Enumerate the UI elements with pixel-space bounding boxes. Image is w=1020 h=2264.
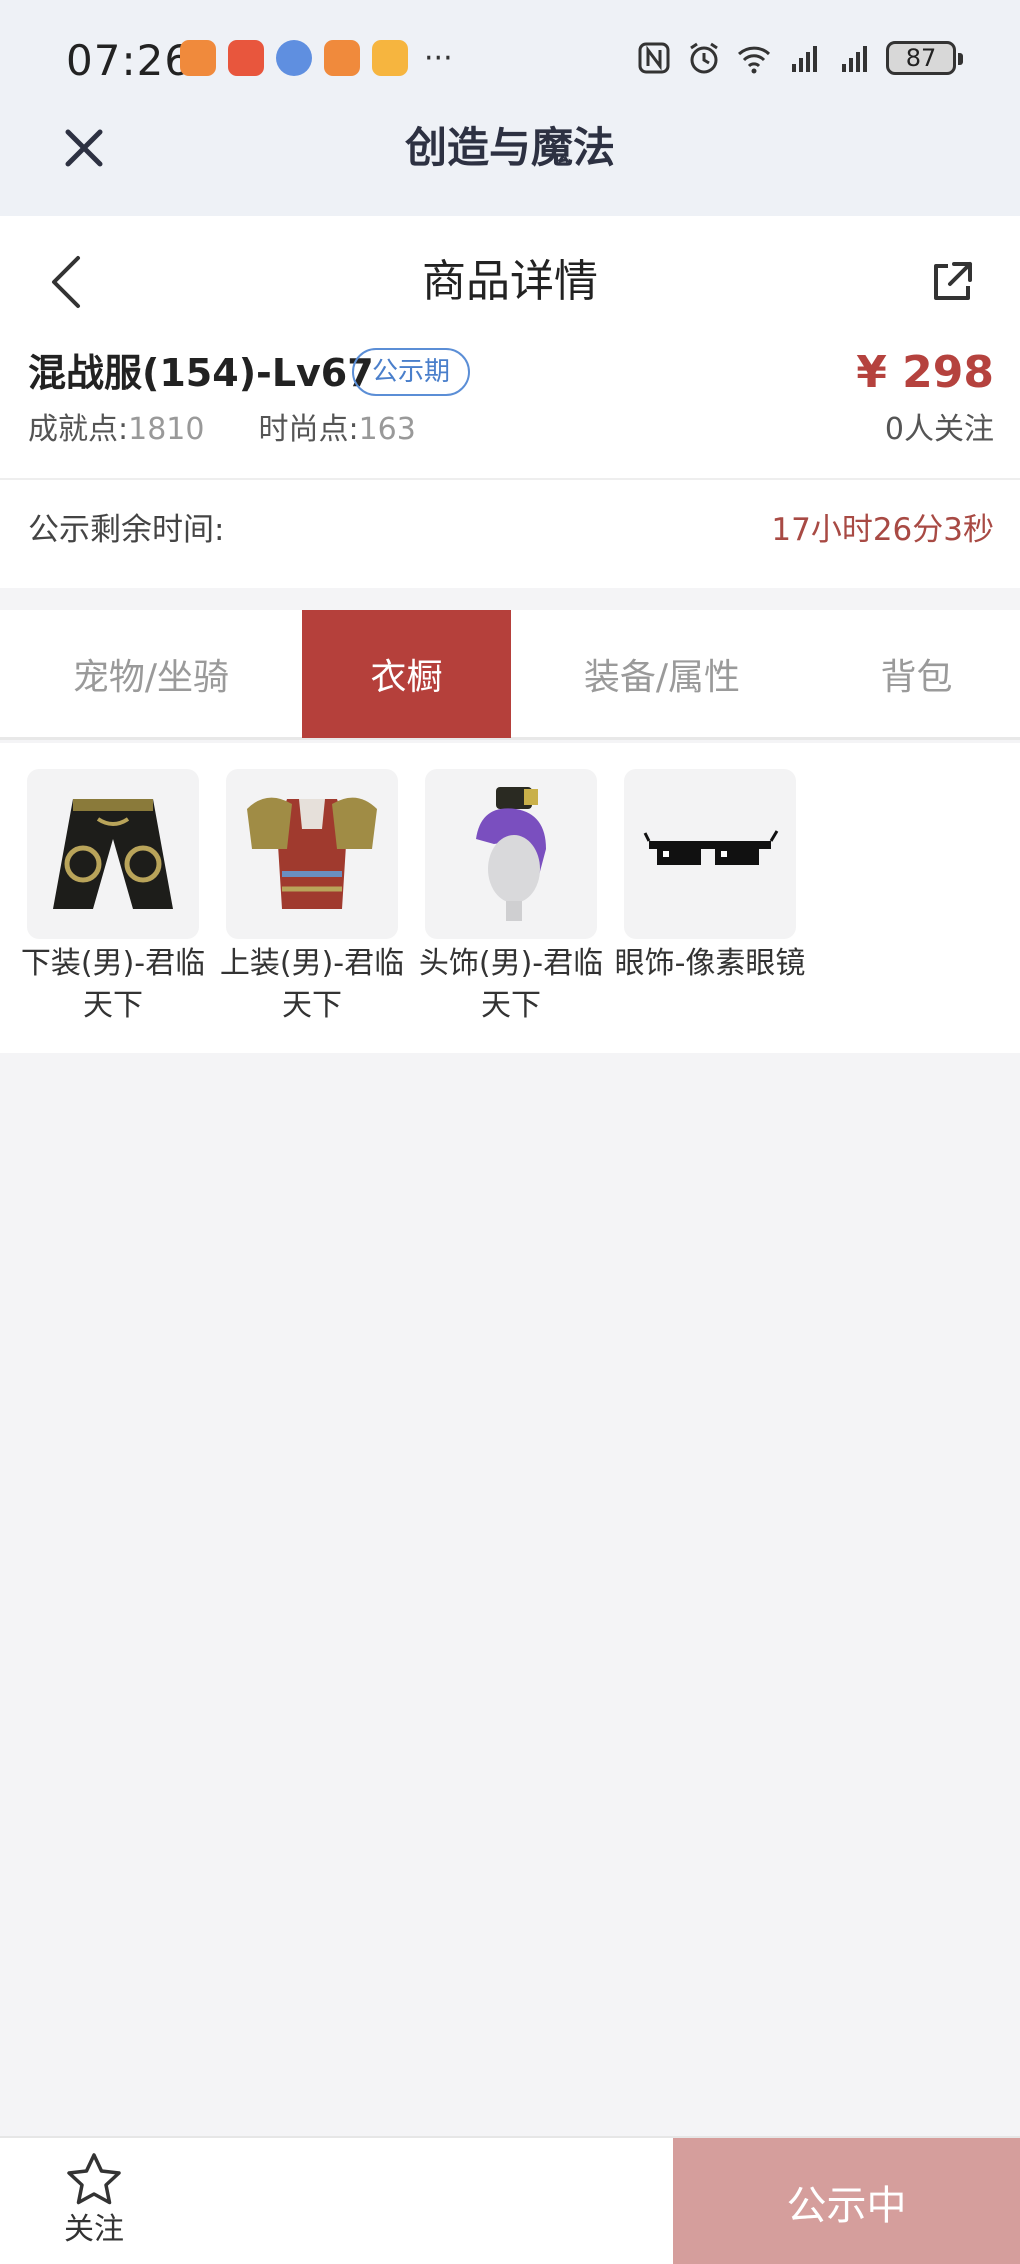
price: ¥ 298 [856,347,994,398]
item-thumbnail [27,769,199,939]
battery-level: 87 [905,44,937,72]
item-label: 头饰(男)-君临天下 [418,946,604,1023]
category-tabs: 宠物/坐骑 衣橱 装备/属性 背包 [0,610,1020,740]
signal-5g-icon [842,46,867,72]
notification-icons: ··· [180,40,453,76]
app-header: 创造与魔法 [0,120,1020,216]
detail-nav: 商品详情 [0,216,1020,346]
share-icon [934,262,972,300]
product-detail-card: 商品详情 混战服(154)-Lv67 公示期 ¥ 298 成就点:1810 时尚点… [0,216,1020,588]
wardrobe-item[interactable]: 头饰(男)-君临天下 [419,769,603,1027]
sunglasses-icon [643,830,779,865]
item-label: 上装(男)-君临天下 [219,946,405,1023]
wifi-icon [737,46,771,74]
battery-icon: 87 [886,41,963,75]
page-title: 商品详情 [422,256,598,307]
bottom-action-bar: 关注 公示中 [0,2136,1020,2264]
status-bar: 07:26 ··· 87 [0,0,1020,120]
follow-label: 关注 [64,2212,124,2247]
pants-icon [53,799,173,909]
tab-equipment-attributes[interactable]: 装备/属性 [511,610,813,738]
armor-icon [247,797,377,909]
app-notification-icon [276,40,312,76]
app-notification-icon [324,40,360,76]
wardrobe-grid: 下装(男)-君临天下 上装(男)-君临天下 头饰(男)-君临天下 眼饰-像素眼镜 [0,743,1020,1053]
wardrobe-item[interactable]: 眼饰-像素眼镜 [615,769,805,985]
product-name: 混战服(154)-Lv67 [28,351,374,395]
follow-count: 0人关注 [884,412,994,447]
achievement-value: 1810 [128,412,205,447]
app-notification-icon [372,40,408,76]
item-thumbnail [425,769,597,939]
alarm-icon [690,42,718,74]
item-label: 眼饰-像素眼镜 [614,946,806,981]
app-title: 创造与魔法 [404,123,615,172]
share-button[interactable] [928,258,976,306]
tab-backpack[interactable]: 背包 [813,610,1020,738]
remaining-time-value: 17小时26分3秒 [771,512,994,548]
follow-button[interactable]: 关注 [54,2152,134,2252]
system-icons: 87 [636,40,963,76]
tab-wardrobe[interactable]: 衣橱 [302,610,511,738]
app-notification-icon [180,40,216,76]
signal-5g-icon [792,46,817,72]
wardrobe-item[interactable]: 下装(男)-君临天下 [21,769,205,1027]
fashion-label: 时尚点: [258,412,359,447]
head-icon [476,787,546,921]
points-row: 成就点:1810 时尚点:163 [28,408,416,452]
nfc-icon [638,42,670,74]
status-time: 07:26 [66,36,193,85]
star-icon [67,2153,121,2205]
fashion-value: 163 [358,412,416,447]
tab-pets-mounts[interactable]: 宠物/坐骑 [0,610,302,738]
status-badge: 公示期 [352,348,471,396]
wardrobe-item[interactable]: 上装(男)-君临天下 [220,769,404,1027]
app-notification-icon [228,40,264,76]
publicity-status-button[interactable]: 公示中 [673,2138,1020,2264]
remaining-time-label: 公示剩余时间: [28,512,225,548]
achievement-label: 成就点: [28,412,129,447]
item-label: 下装(男)-君临天下 [20,946,206,1023]
item-thumbnail [624,769,796,939]
divider [0,478,1020,480]
item-thumbnail [226,769,398,939]
more-notifications-icon: ··· [424,40,453,76]
